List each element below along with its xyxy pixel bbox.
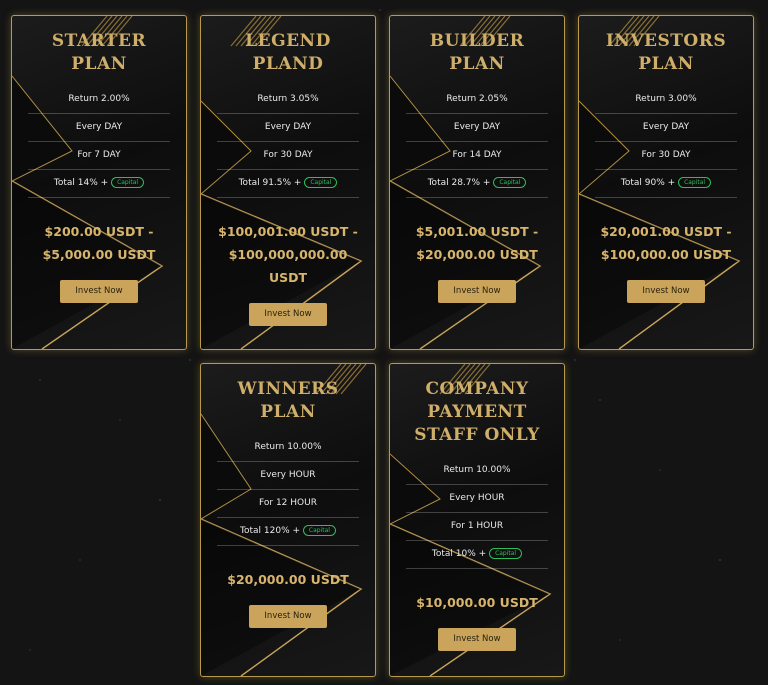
plan-title: BUILDER PLAN [429,31,525,74]
invest-now-button[interactable]: Invest Now [249,303,327,326]
plan-duration: For 12 HOUR [217,490,359,518]
plan-frequency: Every HOUR [217,462,359,490]
plan-title: WINNERS PLAN [237,379,339,422]
plan-total: Total 10% + Capital [406,541,548,569]
plan-total: Total 90% + Capital [595,170,737,198]
plan-title: LEGEND PLAND [245,31,331,74]
plan-total-text: Total 10% + [431,549,487,559]
plan-price: $20,000.00 USDT [227,572,349,587]
plan-frequency: Every DAY [406,114,548,142]
plan-title: INVESTORS PLAN [605,31,727,74]
plan-return: Return 10.00% [217,434,359,462]
capital-badge: Capital [678,177,712,188]
capital-badge: Capital [304,177,338,188]
plan-total: Total 28.7% + Capital [406,170,548,198]
capital-badge: Capital [489,548,523,559]
plan-duration: For 14 DAY [406,142,548,170]
plan-price: $100,001.00 USDT - $100,000,000.00 USDT [218,224,358,285]
plan-return: Return 2.05% [406,86,548,114]
plan-return: Return 3.00% [595,86,737,114]
plan-price: $20,001.00 USDT - $100,000.00 USDT [600,224,732,262]
plan-card-investors: INVESTORS PLAN Return 3.00% Every DAY Fo… [578,15,754,350]
invest-now-button[interactable]: Invest Now [60,280,138,303]
plan-title: STARTER PLAN [51,31,147,74]
plan-duration: For 7 DAY [28,142,170,170]
plan-total: Total 14% + Capital [28,170,170,198]
invest-now-button[interactable]: Invest Now [627,280,705,303]
plan-card-builder: BUILDER PLAN Return 2.05% Every DAY For … [389,15,565,350]
plan-total-text: Total 28.7% + [427,178,491,188]
plan-total: Total 91.5% + Capital [217,170,359,198]
plan-title: COMPANY PAYMENT STAFF ONLY [414,379,540,445]
plan-duration: For 1 HOUR [406,513,548,541]
plan-total: Total 120% + Capital [217,518,359,546]
plan-duration: For 30 DAY [217,142,359,170]
plan-duration: For 30 DAY [595,142,737,170]
invest-now-button[interactable]: Invest Now [249,605,327,628]
invest-now-button[interactable]: Invest Now [438,628,516,651]
invest-now-button[interactable]: Invest Now [438,280,516,303]
plan-card-starter: STARTER PLAN Return 2.00% Every DAY For … [11,15,187,350]
capital-badge: Capital [302,525,336,536]
plan-total-text: Total 90% + [620,178,676,188]
plan-total-text: Total 14% + [53,178,109,188]
plan-return: Return 2.00% [28,86,170,114]
plan-price: $200.00 USDT - $5,000.00 USDT [42,224,156,262]
plan-price: $5,001.00 USDT - $20,000.00 USDT [415,224,539,262]
plan-card-legend: LEGEND PLAND Return 3.05% Every DAY For … [200,15,376,350]
plan-frequency: Every DAY [595,114,737,142]
plan-total-text: Total 91.5% + [238,178,302,188]
plan-frequency: Every DAY [217,114,359,142]
capital-badge: Capital [111,177,145,188]
plan-price: $10,000.00 USDT [416,595,538,610]
plan-frequency: Every HOUR [406,485,548,513]
plan-frequency: Every DAY [28,114,170,142]
plan-total-text: Total 120% + [240,526,301,536]
plan-card-company: COMPANY PAYMENT STAFF ONLY Return 10.00%… [389,363,565,677]
capital-badge: Capital [493,177,527,188]
plan-return: Return 10.00% [406,457,548,485]
plan-card-winners: WINNERS PLAN Return 10.00% Every HOUR Fo… [200,363,376,677]
plan-return: Return 3.05% [217,86,359,114]
